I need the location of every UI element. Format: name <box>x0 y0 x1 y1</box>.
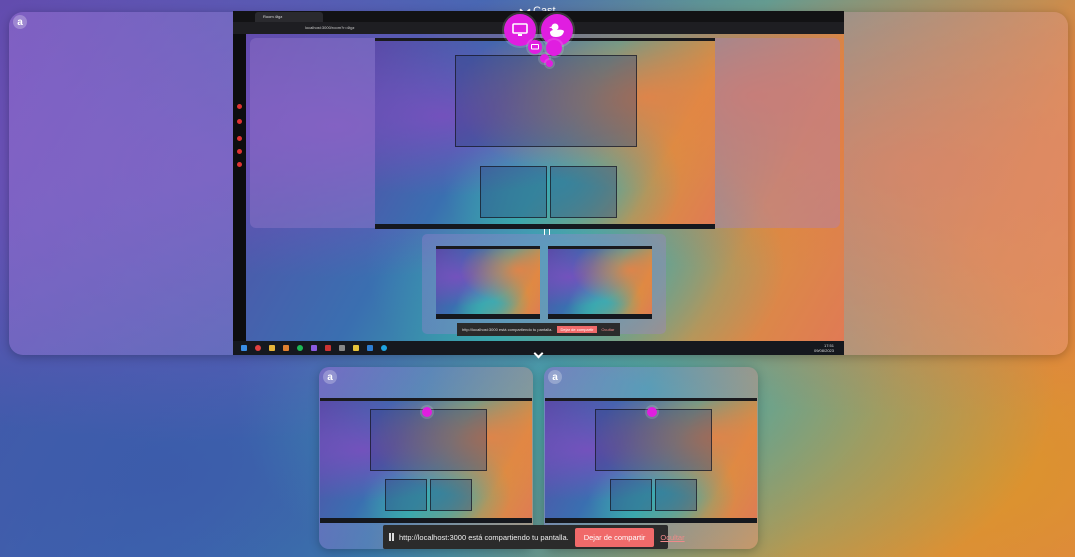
tile-screen <box>320 398 532 523</box>
taskbar-date: 09/08/2023 <box>813 348 834 353</box>
monitor-icon <box>531 43 539 49</box>
avatar: a <box>548 370 562 384</box>
browser-page: http://localhost:3000 está compartiendo … <box>246 34 844 341</box>
hide-link[interactable]: Ocultar <box>660 533 684 542</box>
tile-screen <box>545 398 757 523</box>
share-message: http://localhost:3000 está compartiendo … <box>399 532 569 542</box>
browser-url[interactable]: localhost:3000/room?r=4tgz <box>305 24 425 32</box>
nested-screen-frame <box>550 166 617 218</box>
browser-sidebar <box>233 34 246 341</box>
nested-share-text: http://localhost:3000 está compartiendo … <box>462 327 553 332</box>
cast-pointer-marker <box>647 407 657 417</box>
browser-tab[interactable]: Room 4tgz <box>255 12 323 22</box>
tile-screen-frame <box>610 479 652 511</box>
app-icon[interactable] <box>353 345 359 351</box>
screen-share-bar: http://localhost:3000 está compartiendo … <box>383 525 685 549</box>
shared-screen: Room 4tgz localhost:3000/room?r=4tgz htt… <box>233 11 844 355</box>
app-icon[interactable] <box>339 345 345 351</box>
tile-screen-frame <box>430 479 472 511</box>
screen-share-button-small[interactable] <box>528 40 542 54</box>
video-tile-2: a <box>544 367 758 549</box>
stop-sharing-button[interactable]: Dejar de compartir <box>574 527 655 547</box>
tile-screen-frame <box>385 479 427 511</box>
app-icon[interactable] <box>325 345 331 351</box>
nested-screen-frame <box>455 55 637 147</box>
tile-screen-frame <box>370 409 487 471</box>
tile-screen-frame <box>655 479 697 511</box>
avatar: a <box>13 15 27 29</box>
folder-icon[interactable] <box>269 345 275 351</box>
pause-icon <box>389 533 394 541</box>
tile-screen-frame <box>595 409 712 471</box>
vscode-icon[interactable] <box>367 345 373 351</box>
nested-screen-frame <box>480 166 547 218</box>
video-tile-1: a <box>319 367 533 549</box>
browser-tabbar: Room 4tgz <box>233 11 844 22</box>
cast-pointer-marker <box>546 60 553 67</box>
edge-icon[interactable] <box>381 345 387 351</box>
nested-screen <box>375 38 715 229</box>
sidebar-app-icon[interactable] <box>237 162 242 167</box>
nested-screen <box>548 246 652 319</box>
app-icon[interactable] <box>283 345 289 351</box>
browser-app-icon[interactable] <box>255 345 261 351</box>
nested-tile-main <box>250 38 840 229</box>
monitor-icon <box>512 23 528 36</box>
taskbar-clock: 17:51 09/08/2023 <box>814 343 834 353</box>
nested-tiles-row <box>422 234 666 334</box>
nested-screen <box>436 246 540 319</box>
windows-start-icon[interactable] <box>241 345 247 351</box>
nested-share-bar: http://localhost:3000 está compartiendo … <box>457 323 620 336</box>
nested-stop-sharing-button[interactable]: Dejar de compartir <box>556 326 598 333</box>
duck-icon <box>549 23 564 37</box>
avatar: a <box>323 370 337 384</box>
cast-pointer-marker <box>422 407 432 417</box>
sidebar-app-icon[interactable] <box>237 149 242 154</box>
spotify-icon[interactable] <box>297 345 303 351</box>
sidebar-app-icon[interactable] <box>237 136 242 141</box>
nested-hide-link[interactable]: Ocultar <box>601 327 614 332</box>
sidebar-app-icon[interactable] <box>237 104 242 109</box>
app-icon[interactable] <box>311 345 317 351</box>
sidebar-app-icon[interactable] <box>237 119 242 124</box>
cursor-icon <box>544 229 550 235</box>
browser-urlbar: localhost:3000/room?r=4tgz <box>233 22 844 34</box>
duck-avatar-button-small[interactable] <box>546 40 562 56</box>
